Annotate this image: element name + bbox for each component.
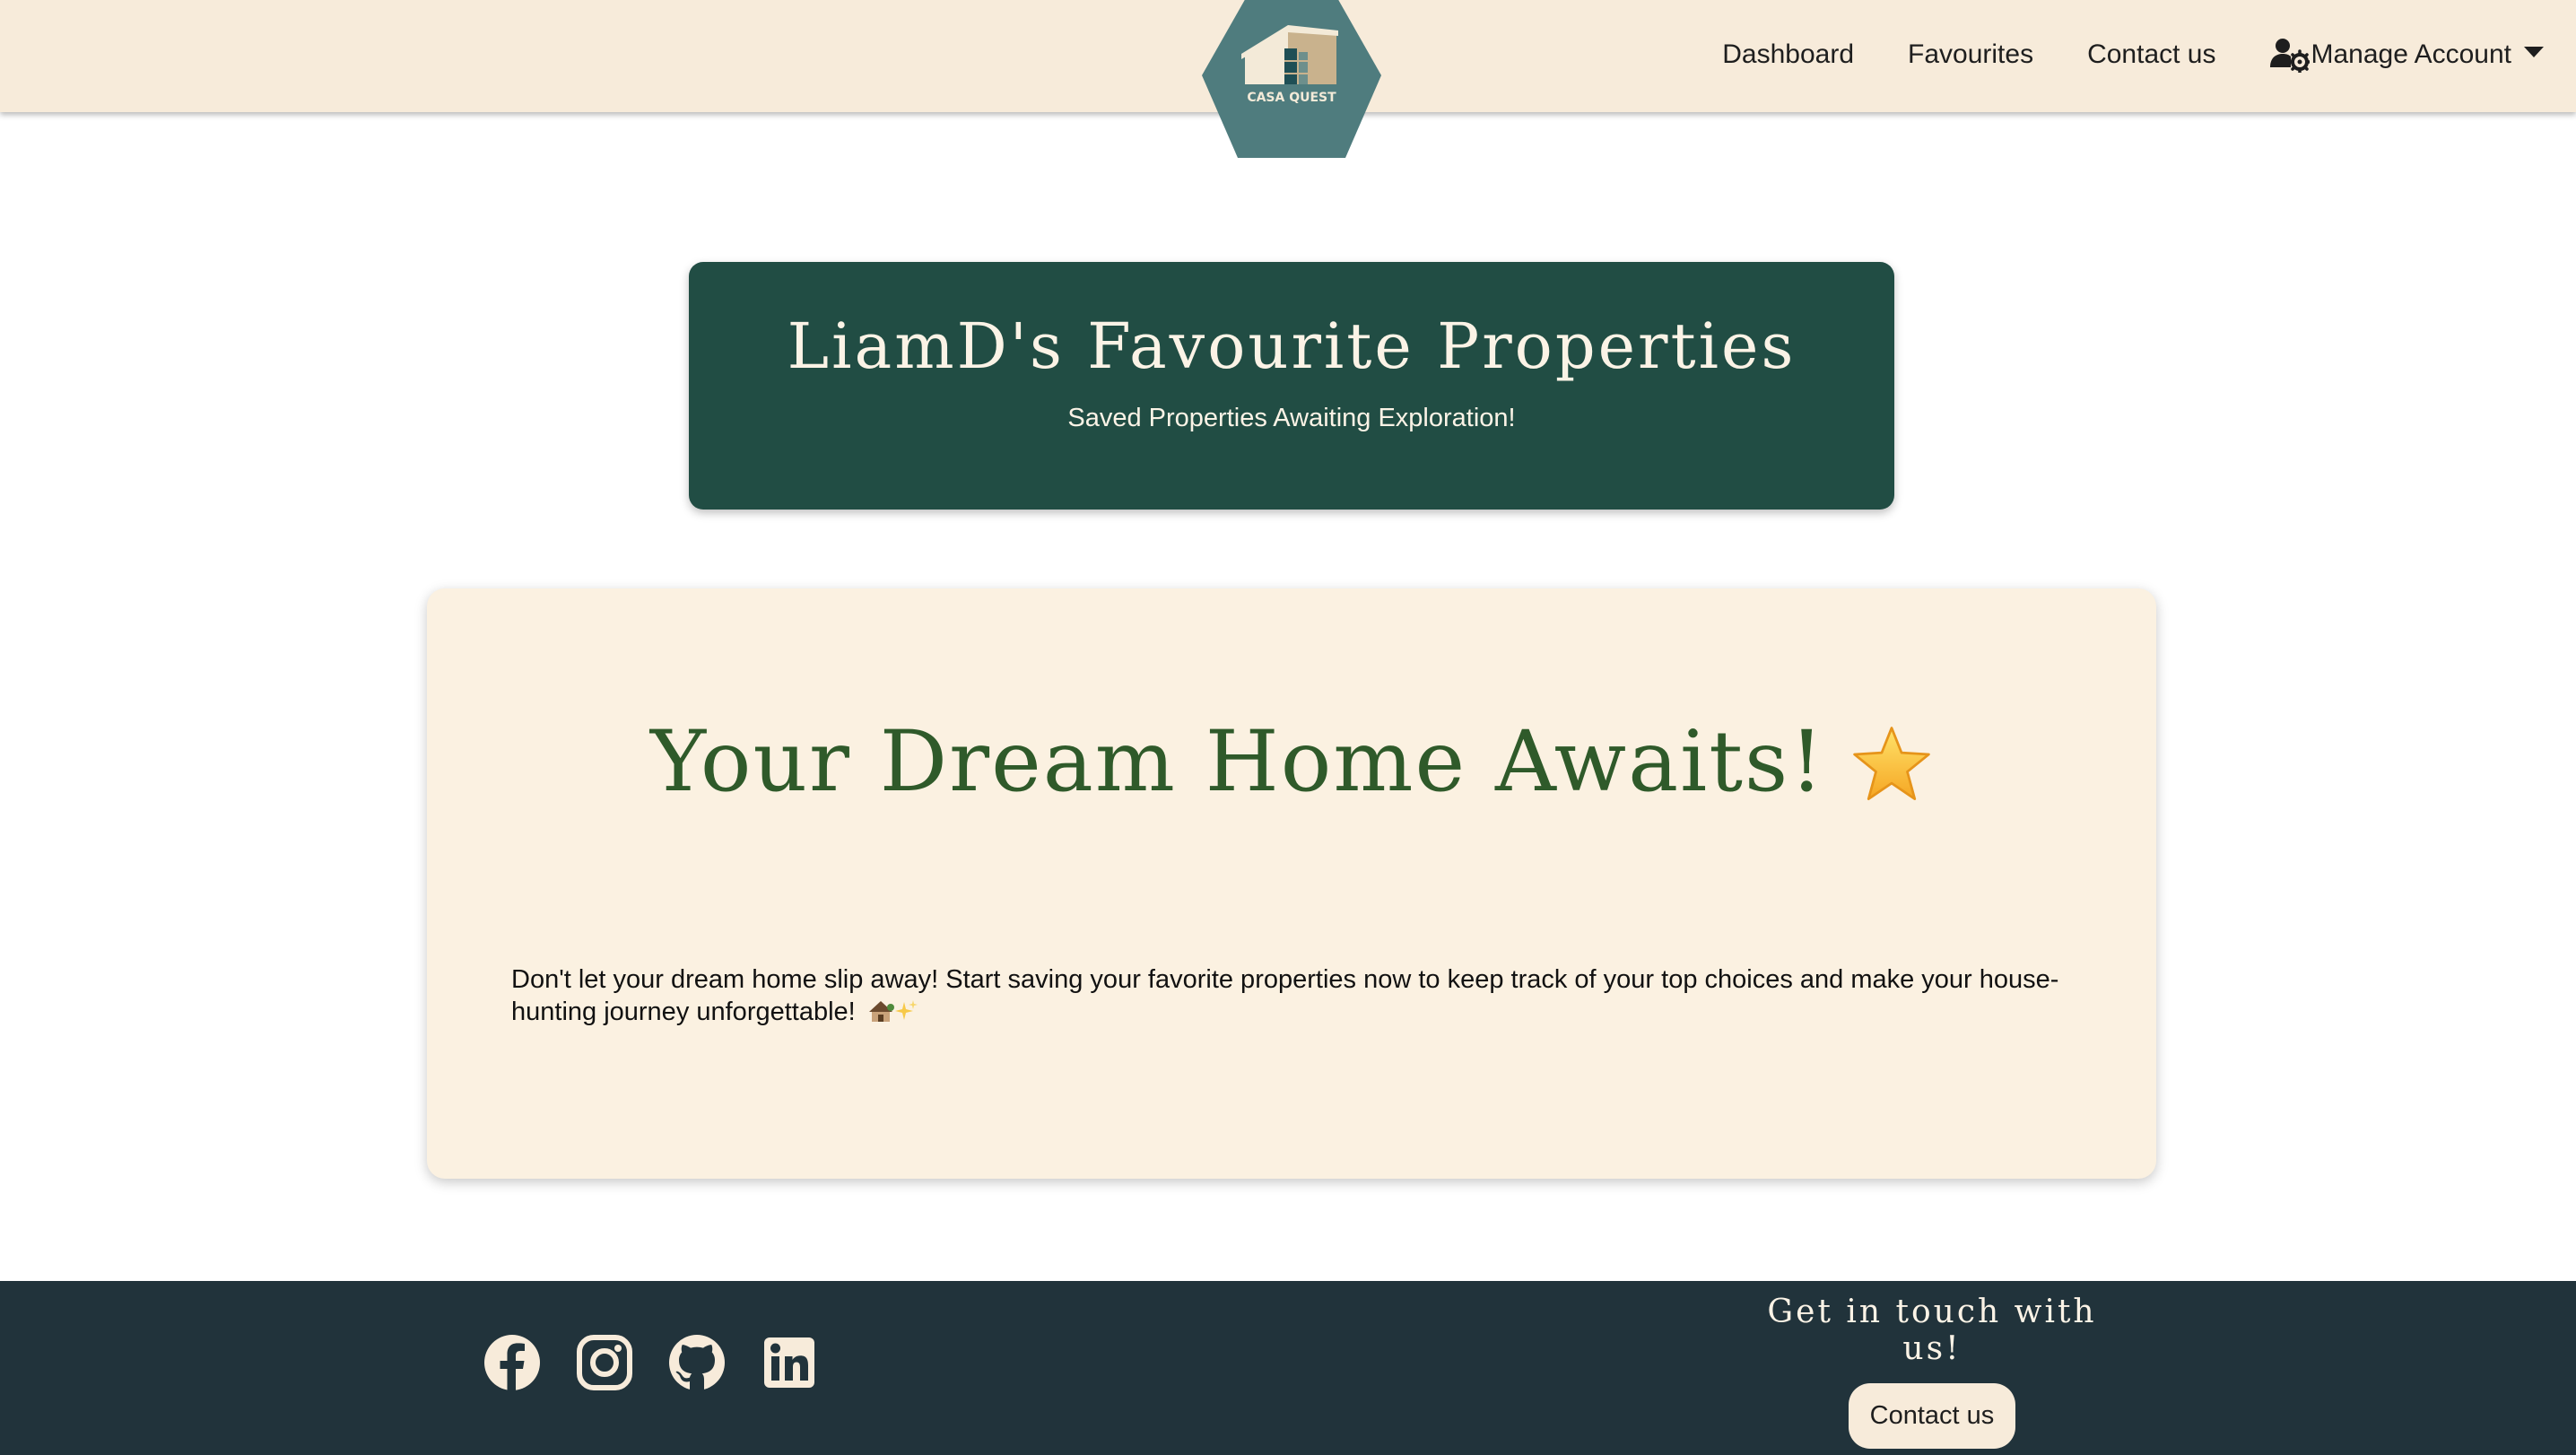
empty-state-title: Your Dream Home Awaits!	[649, 713, 1826, 811]
linkedin-icon[interactable]	[758, 1331, 821, 1394]
footer-contact-button[interactable]: Contact us	[1848, 1383, 2016, 1449]
github-icon[interactable]	[666, 1331, 728, 1394]
user-gear-icon	[2269, 39, 2310, 73]
sparkles-icon	[894, 1000, 918, 1020]
nav-links: Dashboard Favourites Contact us Manage A…	[1722, 32, 2576, 77]
caret-down-icon	[2524, 47, 2544, 57]
logo-text: CASA QUEST	[1247, 91, 1336, 105]
nav-link-contact[interactable]: Contact us	[2087, 39, 2215, 70]
instagram-icon[interactable]	[573, 1331, 636, 1394]
empty-state-message: Don't let your dream home slip away! Sta…	[511, 963, 2072, 1028]
footer: Get in touch with us! Contact us	[0, 1281, 2576, 1455]
page-title: LiamD's Favourite Properties	[787, 309, 1797, 383]
empty-state-body: Don't let your dream home slip away! Sta…	[511, 965, 2059, 1026]
contact-cta: Get in touch with us! Contact us	[1744, 1294, 2120, 1449]
empty-state-title-row: Your Dream Home Awaits!	[427, 712, 2156, 814]
star-icon	[1853, 727, 1930, 801]
facebook-icon[interactable]	[481, 1331, 544, 1394]
empty-favourites-card: Your Dream Home Awaits! Don't let your d…	[427, 588, 2156, 1179]
page-subtitle: Saved Properties Awaiting Exploration!	[1067, 404, 1516, 432]
social-links	[481, 1331, 850, 1394]
contact-cta-title: Get in touch with us!	[1767, 1294, 2097, 1367]
manage-account-label: Manage Account	[2311, 39, 2512, 69]
casa-quest-logo[interactable]: CASA QUEST	[1202, 0, 1381, 160]
nav-link-dashboard[interactable]: Dashboard	[1722, 39, 1854, 70]
house-icon	[868, 1001, 894, 1022]
manage-account-dropdown[interactable]: Manage Account	[2269, 37, 2544, 73]
nav-link-favourites[interactable]: Favourites	[1908, 39, 2033, 70]
favourites-header-card: LiamD's Favourite Properties Saved Prope…	[689, 262, 1894, 510]
